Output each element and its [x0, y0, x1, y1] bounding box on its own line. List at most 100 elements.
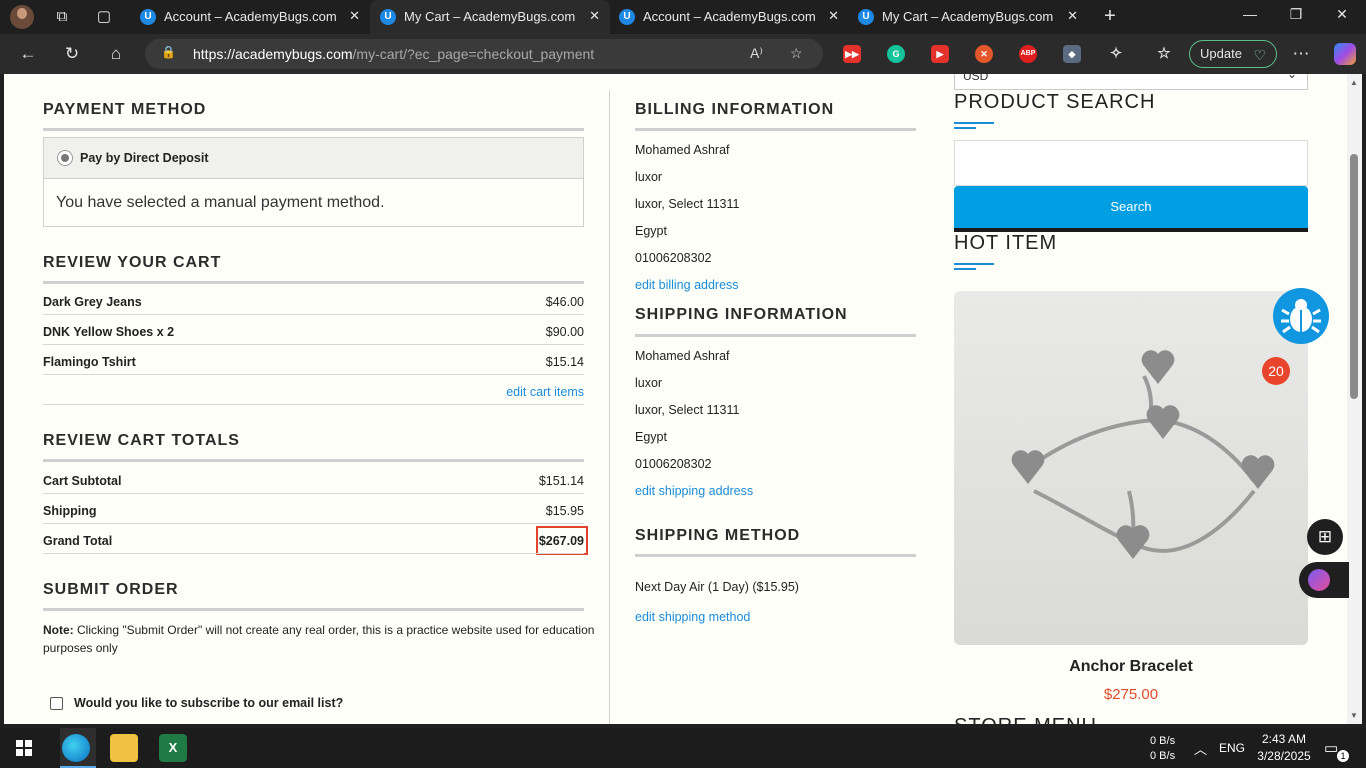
payment-option-row[interactable]: Pay by Direct Deposit: [44, 138, 583, 179]
home-icon[interactable]: ⌂: [105, 43, 127, 65]
tab-account-1[interactable]: U Account – AcademyBugs.com ✕: [130, 0, 370, 34]
lock-icon[interactable]: 🔒: [161, 45, 176, 61]
payment-radio[interactable]: [57, 150, 73, 166]
assistant-icon: [1308, 569, 1330, 591]
extension-tool-icon[interactable]: ✕: [975, 45, 993, 63]
edge-taskbar-icon[interactable]: [62, 734, 90, 762]
note-label: Note:: [43, 623, 74, 637]
scroll-down-icon[interactable]: ▼: [1350, 711, 1358, 720]
read-aloud-icon[interactable]: A⁾: [750, 45, 763, 62]
tab-title: My Cart – AcademyBugs.com: [404, 9, 576, 24]
edit-cart-items-link[interactable]: edit cart items: [506, 385, 584, 399]
review-cart-heading: REVIEW YOUR CART: [43, 254, 222, 271]
net-download: 0 B/s: [1150, 750, 1176, 762]
submit-note-cont: purposes only: [43, 641, 118, 655]
restore-icon[interactable]: ❐: [1286, 6, 1306, 23]
submit-note: Note: Clicking "Submit Order" will not c…: [43, 623, 594, 637]
apps-grid-button[interactable]: ⊞: [1307, 519, 1343, 555]
bug-report-button[interactable]: [1273, 288, 1329, 344]
language-indicator[interactable]: ENG: [1219, 741, 1245, 755]
assistant-button[interactable]: [1299, 562, 1349, 598]
cart-item-name: Dark Grey Jeans: [43, 295, 142, 309]
page-scrollbar[interactable]: ▲ ▼: [1347, 74, 1362, 724]
net-upload: 0 B/s: [1150, 735, 1176, 747]
section-rule: [43, 281, 584, 284]
bug-icon: [1281, 299, 1321, 334]
billing-line: luxor, Select 11311: [635, 197, 740, 211]
tab-my-cart-2[interactable]: U My Cart – AcademyBugs.com ✕: [848, 0, 1088, 34]
grammarly-icon[interactable]: G: [887, 45, 905, 63]
shipping-line: luxor, Select 11311: [635, 403, 740, 417]
windows-start-icon[interactable]: [16, 740, 32, 756]
copilot-icon[interactable]: [1334, 43, 1356, 65]
profile-avatar[interactable]: [10, 5, 34, 29]
product-search-heading: PRODUCT SEARCH: [954, 91, 1156, 113]
tab-my-cart-active[interactable]: U My Cart – AcademyBugs.com ✕: [370, 0, 610, 34]
product-price: $275.00: [1103, 686, 1159, 703]
edit-shipping-method-link[interactable]: edit shipping method: [635, 610, 750, 624]
workspaces-icon[interactable]: ⧉: [52, 7, 72, 27]
new-tab-icon[interactable]: +: [1098, 5, 1122, 29]
clock-date[interactable]: 3/28/2025: [1252, 749, 1316, 763]
more-menu-icon[interactable]: ⋯: [1290, 43, 1312, 65]
tab-title: Account – AcademyBugs.com: [643, 9, 816, 24]
subscribe-checkbox[interactable]: [50, 697, 63, 710]
billing-line: Mohamed Ashraf: [635, 143, 730, 157]
edit-billing-link[interactable]: edit billing address: [635, 278, 739, 292]
close-window-icon[interactable]: ✕: [1332, 6, 1352, 23]
currency-value: USD: [963, 74, 989, 83]
edit-shipping-link[interactable]: edit shipping address: [635, 484, 753, 498]
cart-item-name: DNK Yellow Shoes x 2: [43, 325, 175, 339]
close-tab-icon[interactable]: ✕: [589, 8, 600, 24]
refresh-icon[interactable]: ↻: [61, 43, 83, 65]
minimize-icon[interactable]: —: [1240, 6, 1260, 22]
scroll-up-icon[interactable]: ▲: [1350, 78, 1358, 87]
subscribe-label[interactable]: Would you like to subscribe to our email…: [74, 696, 343, 710]
favorites-icon[interactable]: ☆: [1155, 45, 1173, 63]
billing-line: luxor: [635, 170, 663, 184]
grand-total-label: Grand Total: [43, 534, 113, 548]
row-divider: [43, 374, 584, 375]
extensions-puzzle-icon[interactable]: ✧: [1107, 45, 1125, 63]
excel-icon[interactable]: X: [159, 734, 187, 762]
product-name[interactable]: Anchor Bracelet: [954, 658, 1308, 676]
extension-play-icon[interactable]: ▶: [931, 45, 949, 63]
search-button[interactable]: Search: [954, 186, 1308, 232]
close-tab-icon[interactable]: ✕: [349, 8, 360, 24]
file-explorer-icon[interactable]: [110, 734, 138, 762]
tab-title: Account – AcademyBugs.com: [164, 9, 337, 24]
product-image[interactable]: [954, 291, 1308, 645]
tab-actions-icon[interactable]: ▢: [94, 7, 114, 27]
extension-video-icon[interactable]: ▶▶: [843, 45, 861, 63]
scrollbar-thumb[interactable]: [1350, 154, 1358, 399]
tab-account-2[interactable]: U Account – AcademyBugs.com ✕: [609, 0, 849, 34]
chevron-down-icon: ⌄: [1286, 74, 1297, 81]
back-icon[interactable]: ←: [17, 43, 39, 65]
address-bar[interactable]: 🔒 https://academybugs.com/my-cart/?ec_pa…: [145, 39, 823, 69]
bracelet-image: [1011, 350, 1275, 559]
tray-chevron-up-icon[interactable]: ︿: [1194, 739, 1207, 758]
section-rule: [43, 459, 584, 462]
currency-select[interactable]: USD ⌄: [954, 74, 1308, 90]
shipping-method-heading: SHIPPING METHOD: [635, 527, 801, 544]
favorite-star-icon[interactable]: ☆: [790, 45, 803, 62]
row-divider: [43, 553, 584, 554]
close-tab-icon[interactable]: ✕: [1067, 8, 1078, 24]
windows-taskbar: X 0 B/s 0 B/s ︿ ENG 2:43 AM 3/28/2025 ▭ …: [0, 728, 1366, 768]
row-divider: [43, 404, 584, 405]
privacy-shield-icon[interactable]: ◆: [1063, 45, 1081, 63]
product-search-input[interactable]: [954, 140, 1308, 186]
update-button[interactable]: Update ♡: [1189, 40, 1277, 68]
clock-time[interactable]: 2:43 AM: [1258, 732, 1310, 746]
shipping-line: Egypt: [635, 430, 667, 444]
heartbeat-icon: ♡: [1253, 47, 1266, 63]
shipping-value: $15.95: [545, 504, 584, 518]
cart-item-price: $15.14: [545, 355, 584, 369]
close-tab-icon[interactable]: ✕: [828, 8, 839, 24]
update-label: Update: [1200, 46, 1242, 61]
payment-option-label: Pay by Direct Deposit: [80, 151, 209, 165]
adblock-plus-icon[interactable]: ABP: [1019, 45, 1037, 63]
payment-method-heading: PAYMENT METHOD: [43, 101, 207, 118]
heading-underline: [954, 263, 994, 265]
url-text[interactable]: https://academybugs.com/my-cart/?ec_page…: [193, 46, 594, 62]
